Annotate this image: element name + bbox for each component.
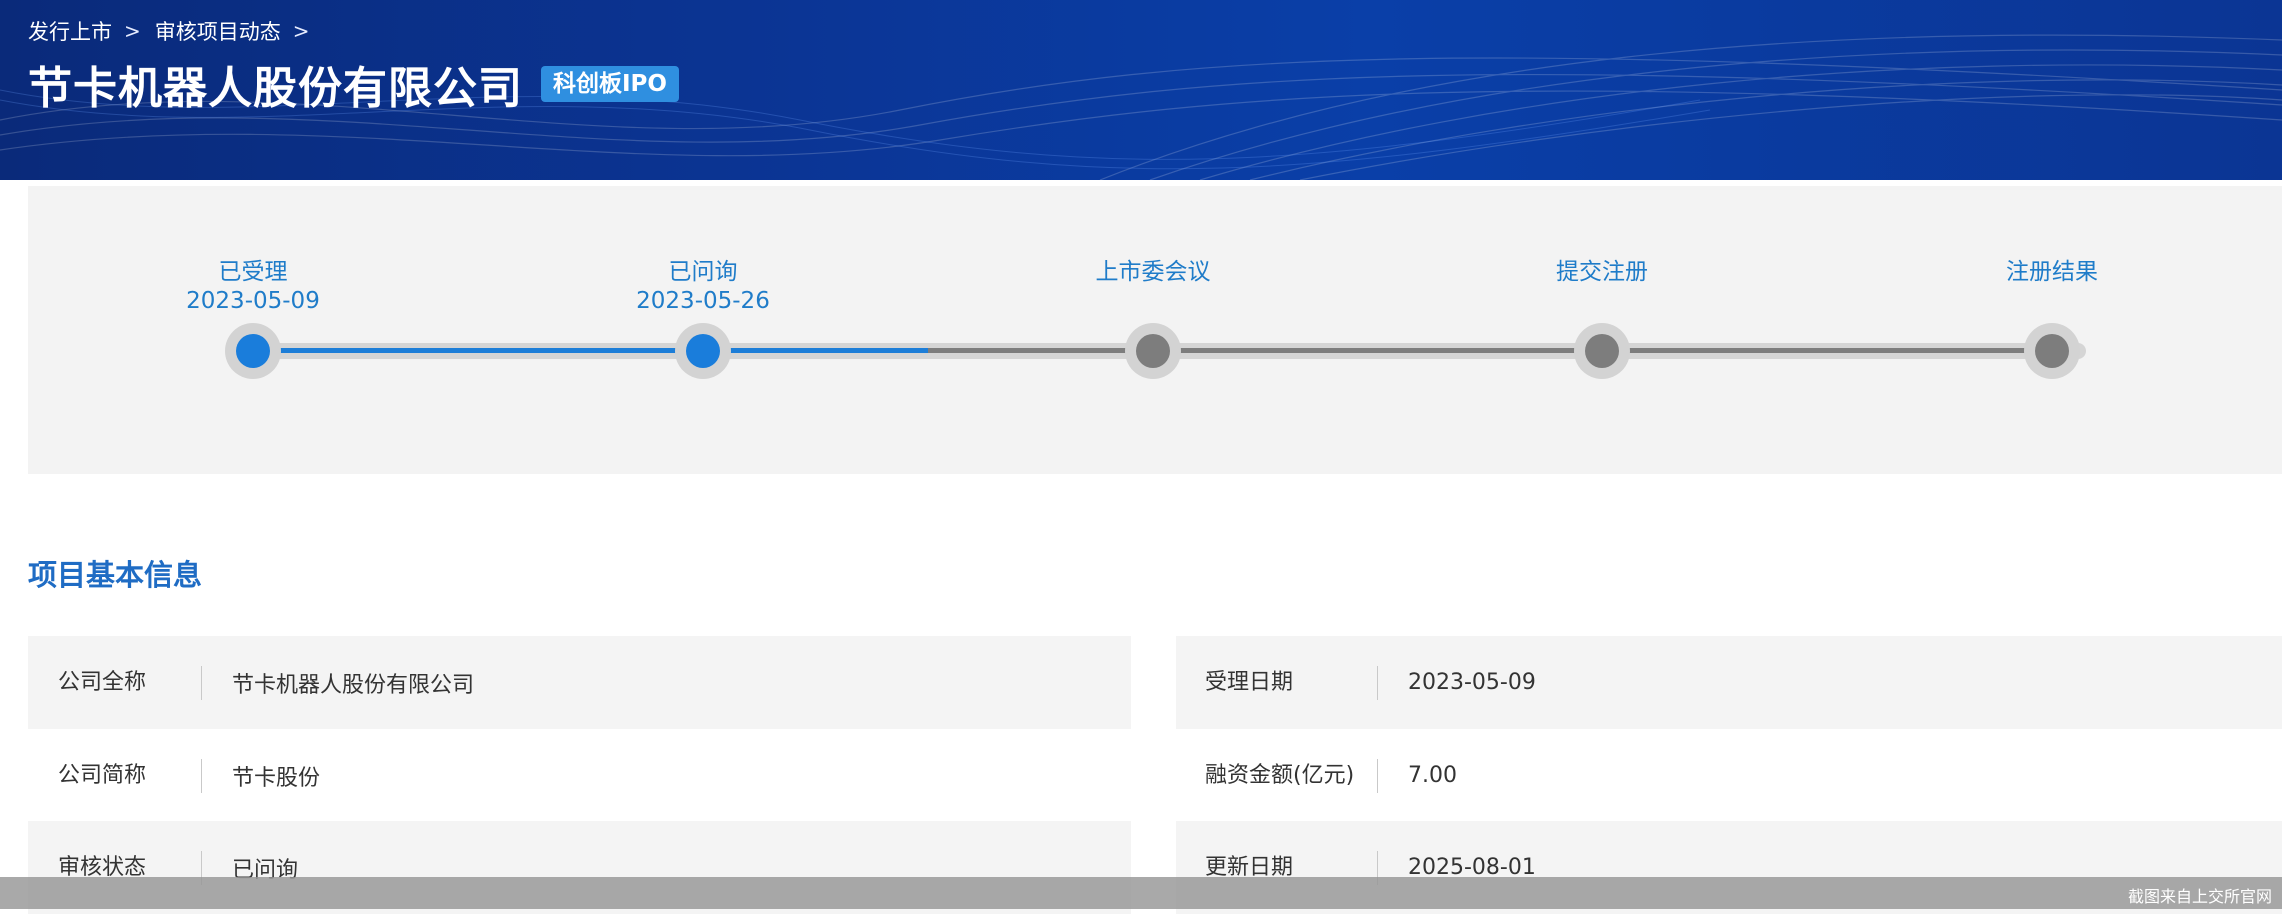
- step-name: 已受理: [218, 259, 288, 285]
- step-node-listing-committee: [1125, 323, 1181, 379]
- title-row: 节卡机器人股份有限公司 科创板IPO: [28, 52, 679, 116]
- info-value: 2023-05-09: [1408, 670, 1536, 695]
- step-node-accepted: [225, 323, 281, 379]
- step-node-submit-registration: [1574, 323, 1630, 379]
- info-label: 公司简称: [28, 758, 202, 793]
- screenshot-source-note: 截图来自上交所官网: [2127, 887, 2272, 906]
- info-label: 公司全称: [28, 665, 202, 700]
- step-dot: [686, 334, 720, 368]
- step-node-inquired: [675, 323, 731, 379]
- section-title-basic-info: 项目基本信息: [28, 558, 203, 592]
- board-tag-badge: 科创板IPO: [541, 66, 679, 102]
- step-label-submit-registration: 提交注册: [1472, 258, 1732, 287]
- page-title: 节卡机器人股份有限公司: [28, 63, 523, 114]
- info-label: 受理日期: [1176, 665, 1378, 700]
- breadcrumb-item-review-projects[interactable]: 审核项目动态: [155, 16, 281, 46]
- info-value: 节卡机器人股份有限公司: [232, 672, 475, 698]
- step-name: 提交注册: [1556, 259, 1648, 285]
- breadcrumb-item-issuance-listing[interactable]: 发行上市: [28, 16, 112, 46]
- step-label-registration-result: 注册结果: [1922, 258, 2182, 287]
- info-row-acceptance-date: 受理日期 2023-05-09: [1176, 636, 2282, 729]
- step-name: 注册结果: [2006, 259, 2098, 285]
- step-label-accepted: 已受理 2023-05-09: [123, 258, 383, 316]
- chevron-right-icon: >: [292, 19, 310, 43]
- step-dot: [2035, 334, 2069, 368]
- step-label-inquired: 已问询 2023-05-26: [573, 258, 833, 316]
- step-dot: [1136, 334, 1170, 368]
- step-name: 上市委会议: [1095, 259, 1211, 285]
- progress-track-completed: [254, 348, 928, 353]
- info-label: 融资金额(亿元): [1176, 758, 1378, 793]
- step-dot: [1585, 334, 1619, 368]
- step-name: 已问询: [668, 259, 738, 285]
- breadcrumb: 发行上市 > 审核项目动态 >: [28, 16, 324, 46]
- info-value: 7.00: [1408, 763, 1457, 788]
- step-dot: [236, 334, 270, 368]
- info-row-company-shortname: 公司简称 节卡股份: [28, 729, 1131, 822]
- step-node-registration-result: [2024, 323, 2080, 379]
- chevron-right-icon: >: [124, 19, 141, 43]
- info-value: 节卡股份: [232, 765, 321, 791]
- info-row-financing-amount: 融资金额(亿元) 7.00: [1176, 729, 2282, 822]
- step-date: 2023-05-26: [636, 288, 770, 314]
- page-header-banner: 发行上市 > 审核项目动态 > 节卡机器人股份有限公司 科创板IPO: [0, 0, 2282, 180]
- step-label-listing-committee: 上市委会议: [1023, 258, 1283, 287]
- info-row-company-fullname: 公司全称 节卡机器人股份有限公司: [28, 636, 1131, 729]
- step-date: 2023-05-09: [186, 288, 320, 314]
- screenshot-source-bar: 截图来自上交所官网: [0, 877, 2282, 909]
- review-progress-panel: 已受理 2023-05-09 已问询 2023-05-26 上市委会议 提交注册…: [28, 186, 2282, 474]
